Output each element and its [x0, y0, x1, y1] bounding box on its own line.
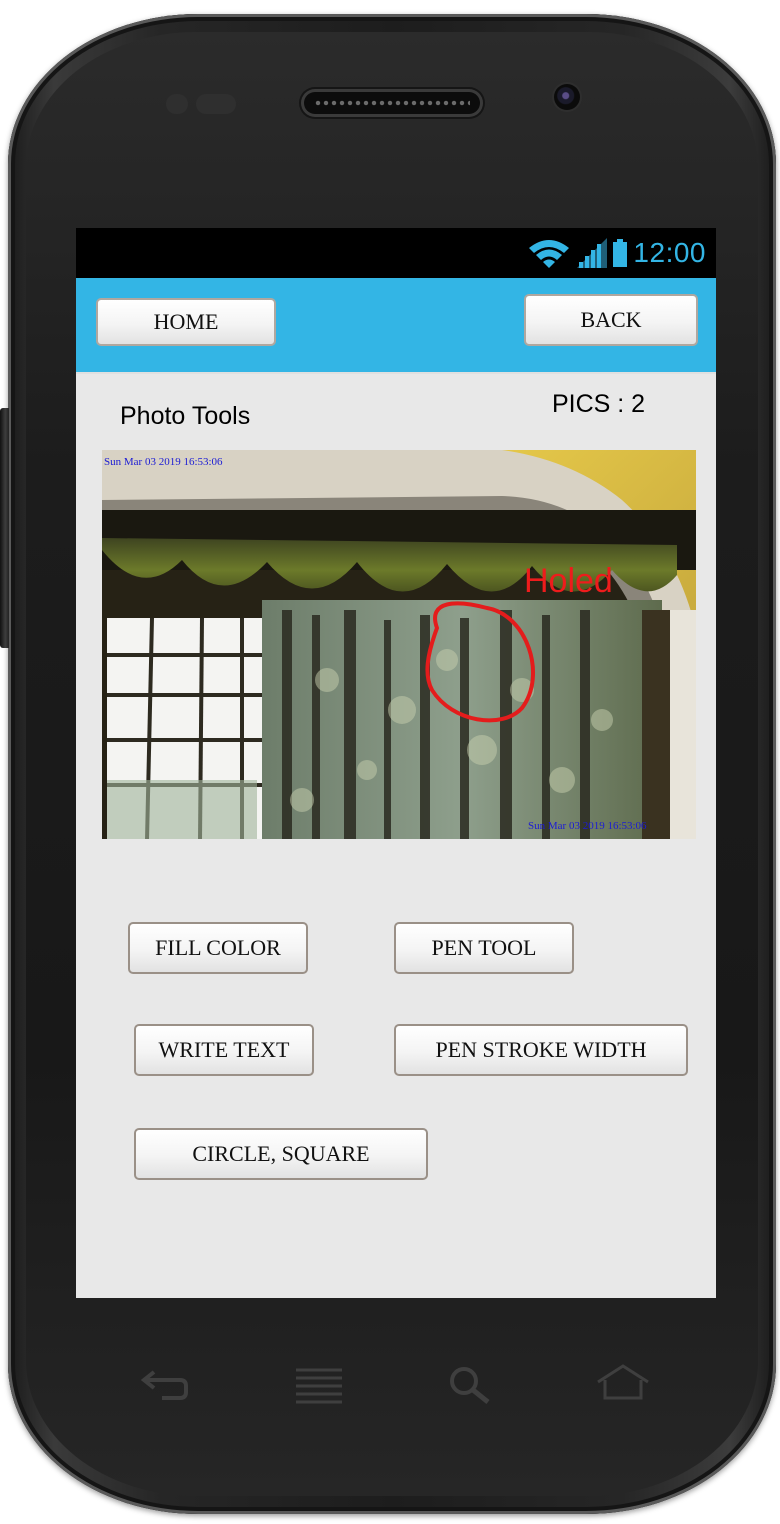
write-text-button[interactable]: WRITE TEXT	[134, 1024, 314, 1076]
photo-timestamp-top: Sun Mar 03 2019 16:53:06	[104, 456, 223, 468]
home-icon[interactable]	[594, 1364, 652, 1400]
photo-timestamp-bottom: Sun Mar 03 2019 16:53:06	[528, 820, 647, 832]
circle-square-button[interactable]: CIRCLE, SQUARE	[134, 1128, 428, 1180]
signal-icon	[577, 238, 608, 268]
fill-color-button[interactable]: FILL COLOR	[128, 922, 308, 974]
status-bar: 12:00	[76, 228, 716, 278]
back-button[interactable]: BACK	[524, 294, 698, 346]
top-app-bar: HOME BACK	[76, 278, 716, 374]
pics-count: PICS : 2	[552, 390, 646, 418]
curtain-photo	[102, 450, 696, 839]
phone-screen: 12:00 HOME BACK Photo Tools PICS : 2 Sun…	[76, 228, 716, 1298]
front-camera	[554, 84, 580, 110]
pen-stroke-width-button[interactable]: PEN STROKE WIDTH	[394, 1024, 688, 1076]
battery-icon	[613, 239, 628, 267]
back-arrow-icon[interactable]	[140, 1366, 190, 1400]
edited-photo[interactable]: Sun Mar 03 2019 16:53:06 Sun Mar 03 2019…	[102, 450, 696, 839]
page-title: Photo Tools	[120, 402, 251, 430]
search-icon[interactable]	[448, 1366, 492, 1404]
photo-annotation-text: Holed	[524, 562, 613, 600]
wifi-icon	[529, 240, 570, 268]
menu-icon[interactable]	[294, 1366, 344, 1406]
earpiece-speaker	[304, 92, 480, 114]
home-button[interactable]: HOME	[96, 298, 276, 346]
proximity-sensor	[166, 94, 188, 114]
volume-button	[0, 408, 9, 648]
pen-tool-button[interactable]: PEN TOOL	[394, 922, 574, 974]
status-time: 12:00	[633, 237, 706, 268]
light-sensor	[196, 94, 236, 114]
